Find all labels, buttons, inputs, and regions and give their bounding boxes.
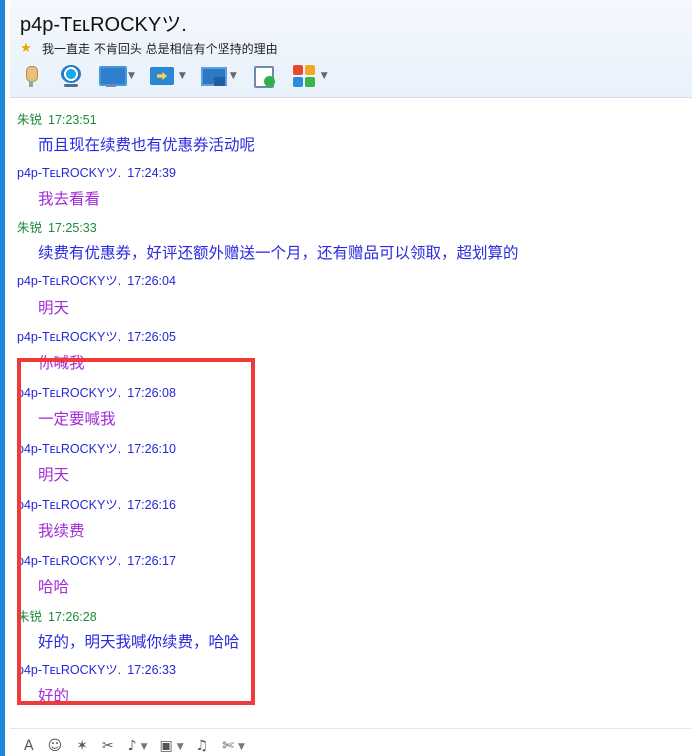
screenshot-icon[interactable]: ✂ bbox=[102, 736, 114, 756]
message-header: p4p-TᴇʟROCKYツ. 17:26:04 bbox=[17, 274, 176, 288]
video-call-button[interactable] bbox=[58, 62, 84, 90]
signature-row: ★ 我一直走 不肯回头 总是相信有个坚持的理由 bbox=[18, 40, 278, 56]
message-text: 好的 bbox=[38, 687, 70, 705]
message-text: 续费有优惠券，好评还额外赠送一个月，还有赠品可以领取，超划算的 bbox=[38, 244, 519, 262]
nudge-icon[interactable]: ✶ bbox=[76, 736, 88, 756]
chevron-down-icon[interactable]: ▼ bbox=[141, 738, 148, 756]
message-text: 哈哈 bbox=[38, 578, 70, 596]
message-list[interactable]: 朱锐 17:23:51 而且现在续费也有优惠券活动呢 p4p-TᴇʟROCKYツ.… bbox=[10, 99, 692, 729]
message-header: p4p-TᴇʟROCKYツ. 17:26:16 bbox=[17, 498, 176, 512]
chevron-down-icon[interactable]: ▼ bbox=[179, 71, 186, 81]
screen-share-button[interactable]: ▼ bbox=[98, 62, 135, 90]
contact-signature: 我一直走 不肯回头 总是相信有个坚持的理由 bbox=[42, 41, 278, 56]
create-note-button[interactable] bbox=[251, 62, 277, 90]
message-header: p4p-TᴇʟROCKYツ. 17:24:39 bbox=[17, 166, 176, 180]
message-text: 我续费 bbox=[38, 522, 85, 540]
file-transfer-button[interactable]: ▼ bbox=[149, 62, 186, 90]
music-icon[interactable]: ♫ bbox=[196, 736, 209, 756]
message-text: 一定要喊我 bbox=[38, 410, 116, 428]
message-text: 好的，明天我喊你续费，哈哈 bbox=[38, 633, 240, 651]
font-icon[interactable]: A bbox=[24, 736, 34, 756]
microphone-icon bbox=[18, 64, 44, 88]
create-note-icon bbox=[251, 64, 277, 88]
emoji-icon[interactable]: ☺ bbox=[48, 736, 63, 756]
chat-window: p4p-TᴇʟROCKYツ. ★ 我一直走 不肯回头 总是相信有个坚持的理由 ▼… bbox=[0, 0, 692, 756]
remote-desktop-icon bbox=[200, 64, 227, 88]
chevron-down-icon[interactable]: ▼ bbox=[321, 71, 328, 81]
message-text: 明天 bbox=[38, 466, 70, 484]
apps-icon bbox=[291, 64, 317, 88]
chevron-down-icon[interactable]: ▼ bbox=[128, 71, 135, 81]
input-toolbar: A ☺ ✶ ✂ ♪ ▼ ▣ ▼ ♫ ✄ ▼ bbox=[10, 728, 692, 756]
message-header: 朱锐 17:23:51 bbox=[17, 113, 97, 127]
remote-desktop-button[interactable]: ▼ bbox=[200, 62, 237, 90]
apps-button[interactable]: ▼ bbox=[291, 62, 328, 90]
message-text: 而且现在续费也有优惠券活动呢 bbox=[38, 136, 256, 154]
message-text: 我去看看 bbox=[38, 190, 101, 208]
chevron-down-icon[interactable]: ▼ bbox=[230, 71, 237, 81]
message-text: 你喊我 bbox=[38, 354, 85, 372]
chevron-down-icon[interactable]: ▼ bbox=[177, 738, 184, 756]
chat-header: p4p-TᴇʟROCKYツ. ★ 我一直走 不肯回头 总是相信有个坚持的理由 ▼… bbox=[10, 0, 692, 98]
message-header: p4p-TᴇʟROCKYツ. 17:26:17 bbox=[17, 554, 176, 568]
voice-message-icon[interactable]: ♪ bbox=[128, 736, 137, 756]
scissors-icon[interactable]: ✄ bbox=[222, 736, 234, 756]
message-header: 朱锐 17:25:33 bbox=[17, 221, 97, 235]
message-header: p4p-TᴇʟROCKYツ. 17:26:05 bbox=[17, 330, 176, 344]
message-header: p4p-TᴇʟROCKYツ. 17:26:33 bbox=[17, 663, 176, 677]
screen-share-icon bbox=[98, 64, 127, 88]
webcam-icon bbox=[58, 64, 84, 88]
file-transfer-icon bbox=[149, 64, 175, 88]
message-header: p4p-TᴇʟROCKYツ. 17:26:08 bbox=[17, 386, 176, 400]
contact-name: p4p-TᴇʟROCKYツ. bbox=[20, 14, 187, 36]
chevron-down-icon[interactable]: ▼ bbox=[238, 738, 245, 756]
voice-call-button[interactable] bbox=[18, 62, 44, 90]
message-text: 明天 bbox=[38, 299, 70, 317]
image-icon[interactable]: ▣ bbox=[160, 736, 173, 756]
message-header: 朱锐 17:26:28 bbox=[17, 610, 97, 624]
chat-toolbar: ▼ ▼ ▼ ▼ bbox=[18, 62, 342, 90]
star-icon: ★ bbox=[20, 40, 32, 56]
message-header: p4p-TᴇʟROCKYツ. 17:26:10 bbox=[17, 442, 176, 456]
